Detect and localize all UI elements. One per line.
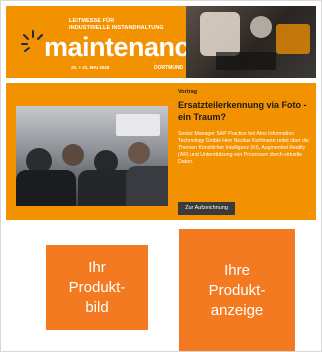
newsletter-frame: LEITMESSE FÜR INDUSTRIELLE INSTANDHALTUN… (0, 0, 322, 352)
product-image-placeholder[interactable]: Ihr Produkt- bild (46, 245, 148, 330)
spark-icon (21, 30, 43, 52)
article-title[interactable]: Ersatzteilerkennung via Foto - ein Traum… (178, 100, 310, 123)
ad-line: Produkt- (68, 278, 126, 296)
logo-wordmark: maintenance (44, 32, 204, 62)
ad-line: Ihre (224, 261, 250, 279)
maintenance-logo: LEITMESSE FÜR INDUSTRIELLE INSTANDHALTUN… (14, 14, 204, 74)
ad-line: bild (85, 298, 109, 316)
article-description: Senior Manager SAP Practice bei Atos Inf… (178, 131, 309, 165)
header-banner[interactable]: LEITMESSE FÜR INDUSTRIELLE INSTANDHALTUN… (6, 6, 316, 78)
logo-tagline: LEITMESSE FÜR INDUSTRIELLE INSTANDHALTUN… (69, 18, 164, 31)
logo-tagline-line2: INDUSTRIELLE INSTANDHALTUNG (69, 24, 164, 31)
article-teaser: Vortrag Ersatzteilerkennung via Foto - e… (6, 83, 316, 220)
product-ad-placeholder[interactable]: Ihre Produkt- anzeige (179, 229, 295, 351)
ad-line: Ihr (88, 258, 106, 276)
ad-line: anzeige (210, 301, 264, 319)
banner-photo (186, 6, 316, 78)
ad-line: Produkt- (208, 281, 266, 299)
recording-button[interactable]: Zur Aufzeichnung (178, 202, 235, 215)
event-date: 20. + 21. MAI 2025 (71, 65, 110, 70)
audience-photo[interactable] (16, 106, 168, 206)
article-tag: Vortrag (178, 89, 198, 95)
event-city: DORTMUND (154, 65, 184, 71)
